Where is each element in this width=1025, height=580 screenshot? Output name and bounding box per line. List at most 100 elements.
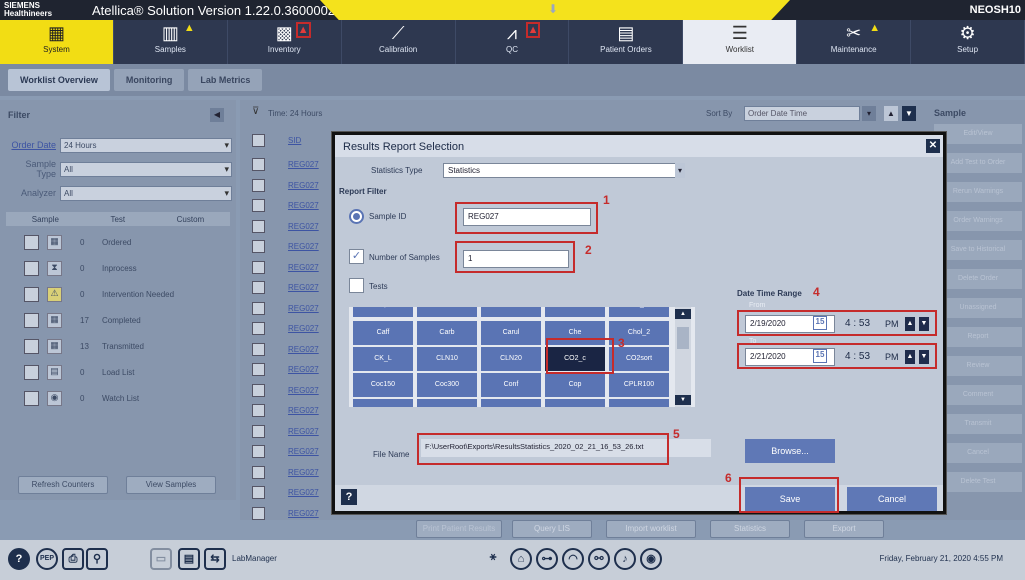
- sample-action-button[interactable]: Save to Historical: [934, 240, 1022, 260]
- list-item[interactable]: ⚠ 0 Intervention Needed: [24, 282, 224, 306]
- toolbar-patient-orders-button[interactable]: ▤ Patient Orders: [569, 20, 684, 64]
- row-checkbox[interactable]: [252, 424, 265, 438]
- tab-lab-metrics[interactable]: Lab Metrics: [188, 69, 263, 91]
- tab-worklist-overview[interactable]: Worklist Overview: [8, 69, 110, 91]
- table-row[interactable]: REG027: [288, 263, 319, 272]
- sample-action-button[interactable]: Report: [934, 327, 1022, 347]
- toolbar-calibration-button[interactable]: ⟋ Calibration: [342, 20, 456, 64]
- notify-icon[interactable]: ♪: [614, 548, 636, 570]
- tube-icon[interactable]: ⊶: [536, 548, 558, 570]
- tab-monitoring[interactable]: Monitoring: [113, 69, 185, 91]
- list-item[interactable]: ⧗ 0 Inprocess: [24, 256, 224, 280]
- sample-action-button[interactable]: Comment: [934, 385, 1022, 405]
- help-button[interactable]: ?: [341, 489, 357, 505]
- toolbar-maintenance-button[interactable]: ✂ Maintenance ▲: [797, 20, 912, 64]
- list-item[interactable]: ▦ 13 Transmitted: [24, 334, 224, 358]
- test-tile[interactable]: Conf: [481, 373, 541, 397]
- tab-test[interactable]: Test: [110, 215, 125, 224]
- chevron-down-icon[interactable]: ▾: [675, 163, 685, 178]
- sort-desc-icon[interactable]: ▼: [902, 106, 916, 121]
- test-tile[interactable]: CA_2: [609, 307, 669, 317]
- row-checkbox[interactable]: [252, 383, 265, 397]
- sample-action-button[interactable]: Transmit: [934, 414, 1022, 434]
- close-icon[interactable]: ✕: [926, 139, 940, 153]
- sample-action-button[interactable]: Cancel: [934, 443, 1022, 463]
- scroll-thumb[interactable]: [677, 327, 689, 349]
- table-row[interactable]: REG027: [288, 488, 319, 497]
- collapse-icon[interactable]: ◀: [210, 108, 224, 122]
- help-icon[interactable]: ?: [8, 548, 30, 570]
- test-tile[interactable]: D HDL: [609, 399, 669, 407]
- test-tile[interactable]: Caff: [353, 321, 413, 345]
- sample-action-button[interactable]: Delete Order: [934, 269, 1022, 289]
- sample-type-select[interactable]: All: [60, 161, 232, 177]
- cancel-button[interactable]: Cancel: [847, 487, 937, 511]
- analyzer-select[interactable]: All: [60, 185, 232, 201]
- row-checkbox[interactable]: [252, 322, 265, 335]
- item-checkbox[interactable]: [24, 286, 39, 302]
- row-checkbox[interactable]: [252, 363, 265, 376]
- import-worklist-button[interactable]: Import worklist: [606, 520, 696, 538]
- toolbar-system-button[interactable]: ▦ System: [0, 20, 114, 64]
- table-row[interactable]: REG027: [288, 406, 319, 415]
- sort-asc-icon[interactable]: ▲: [884, 106, 898, 121]
- table-row[interactable]: REG027: [288, 304, 319, 313]
- table-row[interactable]: REG027: [288, 427, 319, 436]
- row-checkbox[interactable]: [252, 158, 265, 171]
- scroll-up-icon[interactable]: ▲: [675, 309, 691, 319]
- view-samples-button[interactable]: View Samples: [126, 476, 216, 494]
- gauge-icon[interactable]: ◠: [562, 548, 584, 570]
- row-checkbox[interactable]: [252, 178, 265, 192]
- list-item[interactable]: ▦ 17 Completed: [24, 308, 224, 332]
- row-checkbox[interactable]: [252, 342, 265, 356]
- list-item[interactable]: ◉ 0 Watch List: [24, 386, 224, 410]
- test-tile[interactable]: CLN10: [417, 347, 477, 371]
- statistics-button[interactable]: Statistics: [710, 520, 790, 538]
- test-tile[interactable]: Bupr: [353, 307, 413, 317]
- table-row[interactable]: REG027: [288, 447, 319, 456]
- sample-action-button[interactable]: Review: [934, 356, 1022, 376]
- list-item[interactable]: ▦ 0 Ordered: [24, 230, 224, 254]
- table-row[interactable]: REG027: [288, 468, 319, 477]
- toolbar-setup-button[interactable]: ⚙ Setup: [911, 20, 1025, 64]
- table-row[interactable]: REG027: [288, 201, 319, 210]
- table-row[interactable]: REG027: [288, 242, 319, 251]
- row-checkbox[interactable]: [252, 240, 265, 253]
- query-lis-button[interactable]: Query LIS: [512, 520, 592, 538]
- test-tile[interactable]: Coc300: [417, 373, 477, 397]
- sample-action-button[interactable]: Unassigned: [934, 298, 1022, 318]
- item-checkbox[interactable]: [24, 312, 39, 328]
- table-row[interactable]: REG027: [288, 365, 319, 374]
- export-button[interactable]: Export: [804, 520, 884, 538]
- table-row[interactable]: REG027: [288, 509, 319, 518]
- table-row[interactable]: REG027: [288, 324, 319, 333]
- table-row[interactable]: REG027: [288, 222, 319, 231]
- row-checkbox[interactable]: [252, 486, 265, 499]
- sample-action-button[interactable]: Delete Test: [934, 472, 1022, 492]
- sample-status-icon[interactable]: ⌂: [510, 548, 532, 570]
- toolbar-worklist-button[interactable]: ☰ Worklist: [683, 20, 798, 64]
- sample-action-button[interactable]: Edit/View: [934, 124, 1022, 144]
- item-checkbox[interactable]: [24, 364, 39, 380]
- list-item[interactable]: ▤ 0 Load List: [24, 360, 224, 384]
- toolbar-qc-button[interactable]: ⩘ QC ▲: [456, 20, 570, 64]
- test-tile[interactable]: Ca: [417, 307, 477, 317]
- test-tile[interactable]: Ca: [481, 307, 541, 317]
- toolbar-samples-button[interactable]: ▥ Samples ▲: [114, 20, 228, 64]
- row-checkbox[interactable]: [252, 199, 265, 212]
- test-tile[interactable]: Ca: [545, 307, 605, 317]
- test-tile[interactable]: Carul: [481, 321, 541, 345]
- order-date-select[interactable]: 24 Hours: [60, 137, 232, 153]
- row-checkbox[interactable]: [252, 281, 265, 294]
- test-tile[interactable]: CK_L: [353, 347, 413, 371]
- test-tile[interactable]: Cop: [545, 373, 605, 397]
- refresh-counters-button[interactable]: Refresh Counters: [18, 476, 108, 494]
- item-checkbox[interactable]: [24, 390, 39, 406]
- row-checkbox[interactable]: [252, 404, 265, 417]
- order-date-label[interactable]: Order Date: [4, 140, 56, 150]
- sort-select[interactable]: Order Date Time: [744, 106, 860, 121]
- row-checkbox[interactable]: [252, 134, 265, 147]
- item-checkbox[interactable]: [24, 260, 39, 276]
- item-checkbox[interactable]: [24, 234, 39, 250]
- row-checkbox[interactable]: [252, 465, 265, 479]
